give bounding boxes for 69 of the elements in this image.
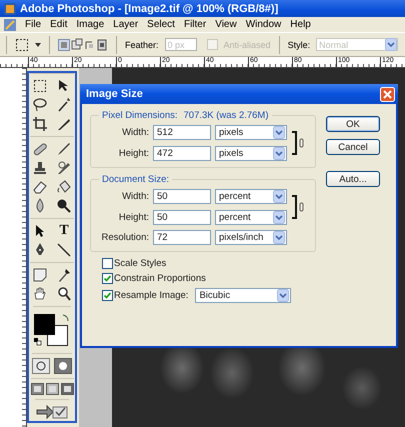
dodge-icon[interactable] <box>56 198 72 214</box>
field-label: Resolution: <box>100 232 149 243</box>
checkbox[interactable] <box>102 258 113 269</box>
checkbox-label[interactable]: Scale Styles <box>114 258 166 269</box>
window-title: Adobe Photoshop - [Image2.tif @ 100% (RGB/8#)] <box>20 2 278 14</box>
unit-dropdown[interactable]: percent <box>215 210 287 225</box>
line-icon[interactable] <box>56 242 72 258</box>
full-screen-menu-icon[interactable] <box>46 383 58 395</box>
input-field[interactable]: 472 <box>153 146 211 161</box>
dialog-title: Image Size <box>86 88 143 100</box>
input-field[interactable]: 50 <box>153 210 211 225</box>
marquee-icon[interactable] <box>32 78 48 94</box>
full-screen-icon[interactable] <box>60 383 74 395</box>
type-tool[interactable]: T <box>56 223 72 239</box>
bucket-icon[interactable] <box>56 179 72 195</box>
input-field[interactable]: 512 <box>153 125 211 140</box>
menu-item[interactable]: Filter <box>184 19 206 30</box>
marquee-icon[interactable] <box>15 38 29 52</box>
menu-item[interactable]: Help <box>290 19 311 30</box>
close-icon[interactable] <box>380 86 395 102</box>
quick-mask-icon[interactable] <box>54 358 72 374</box>
menu-item[interactable]: Image <box>76 19 104 30</box>
menu-item[interactable]: Select <box>147 19 175 30</box>
dialog-button[interactable]: Cancel <box>326 139 380 155</box>
unit-dropdown[interactable]: pixels <box>215 125 287 140</box>
checkbox[interactable] <box>102 273 113 284</box>
eyedropper-icon[interactable] <box>56 267 72 283</box>
checkbox[interactable] <box>102 290 113 301</box>
brush-icon[interactable] <box>56 141 72 157</box>
color-swatches-icon[interactable] <box>33 313 71 347</box>
app-icon <box>4 2 16 14</box>
feather-label: Feather: <box>125 40 159 50</box>
caret-icon[interactable] <box>35 42 41 46</box>
magic-wand-icon[interactable] <box>56 97 72 113</box>
lasso-icon[interactable] <box>32 97 48 113</box>
unit-dropdown[interactable]: percent <box>215 189 287 204</box>
zoom-icon[interactable] <box>56 286 72 302</box>
group-title: Pixel Dimensions: <box>102 110 178 121</box>
menu-item[interactable]: Window <box>246 19 282 30</box>
hand-icon[interactable] <box>32 286 48 302</box>
size-summary: 707.3K (was 2.76M) <box>184 110 269 121</box>
notes-icon[interactable] <box>32 267 48 283</box>
style-label: Style: <box>288 40 310 50</box>
field-label: Width: <box>121 127 149 138</box>
standard-mode-icon[interactable] <box>32 358 50 374</box>
eraser-icon[interactable] <box>32 179 48 195</box>
checkbox-label[interactable]: Constrain Proportions <box>114 273 206 284</box>
checkbox-label[interactable]: Resample Image: <box>114 290 188 301</box>
menu-item[interactable]: Edit <box>50 19 68 30</box>
dialog-button[interactable]: Auto... <box>326 171 380 187</box>
crop-icon[interactable] <box>32 116 48 132</box>
unit-dropdown[interactable]: pixels/inch <box>215 230 287 245</box>
input-field[interactable]: 50 <box>153 189 211 204</box>
screen-mode-icon[interactable] <box>30 383 44 395</box>
input-field[interactable]: 72 <box>153 230 211 245</box>
resample-dropdown[interactable]: Bicubic <box>195 288 292 303</box>
jump-to-icon[interactable] <box>35 404 69 420</box>
menu-item[interactable]: View <box>215 19 237 30</box>
unit-dropdown[interactable]: pixels <box>215 146 287 161</box>
selection-mode-icons[interactable] <box>58 38 108 52</box>
field-label: Height: <box>118 212 149 223</box>
group-title: Document Size: <box>102 174 170 185</box>
field-label: Height: <box>118 148 149 159</box>
history-brush-icon[interactable] <box>56 160 72 176</box>
field-label: Width: <box>121 191 149 202</box>
dialog-button[interactable]: OK <box>326 116 380 132</box>
stamp-icon[interactable] <box>32 160 48 176</box>
menu-item[interactable]: File <box>25 19 42 30</box>
menu-item[interactable]: Layer <box>113 19 138 30</box>
